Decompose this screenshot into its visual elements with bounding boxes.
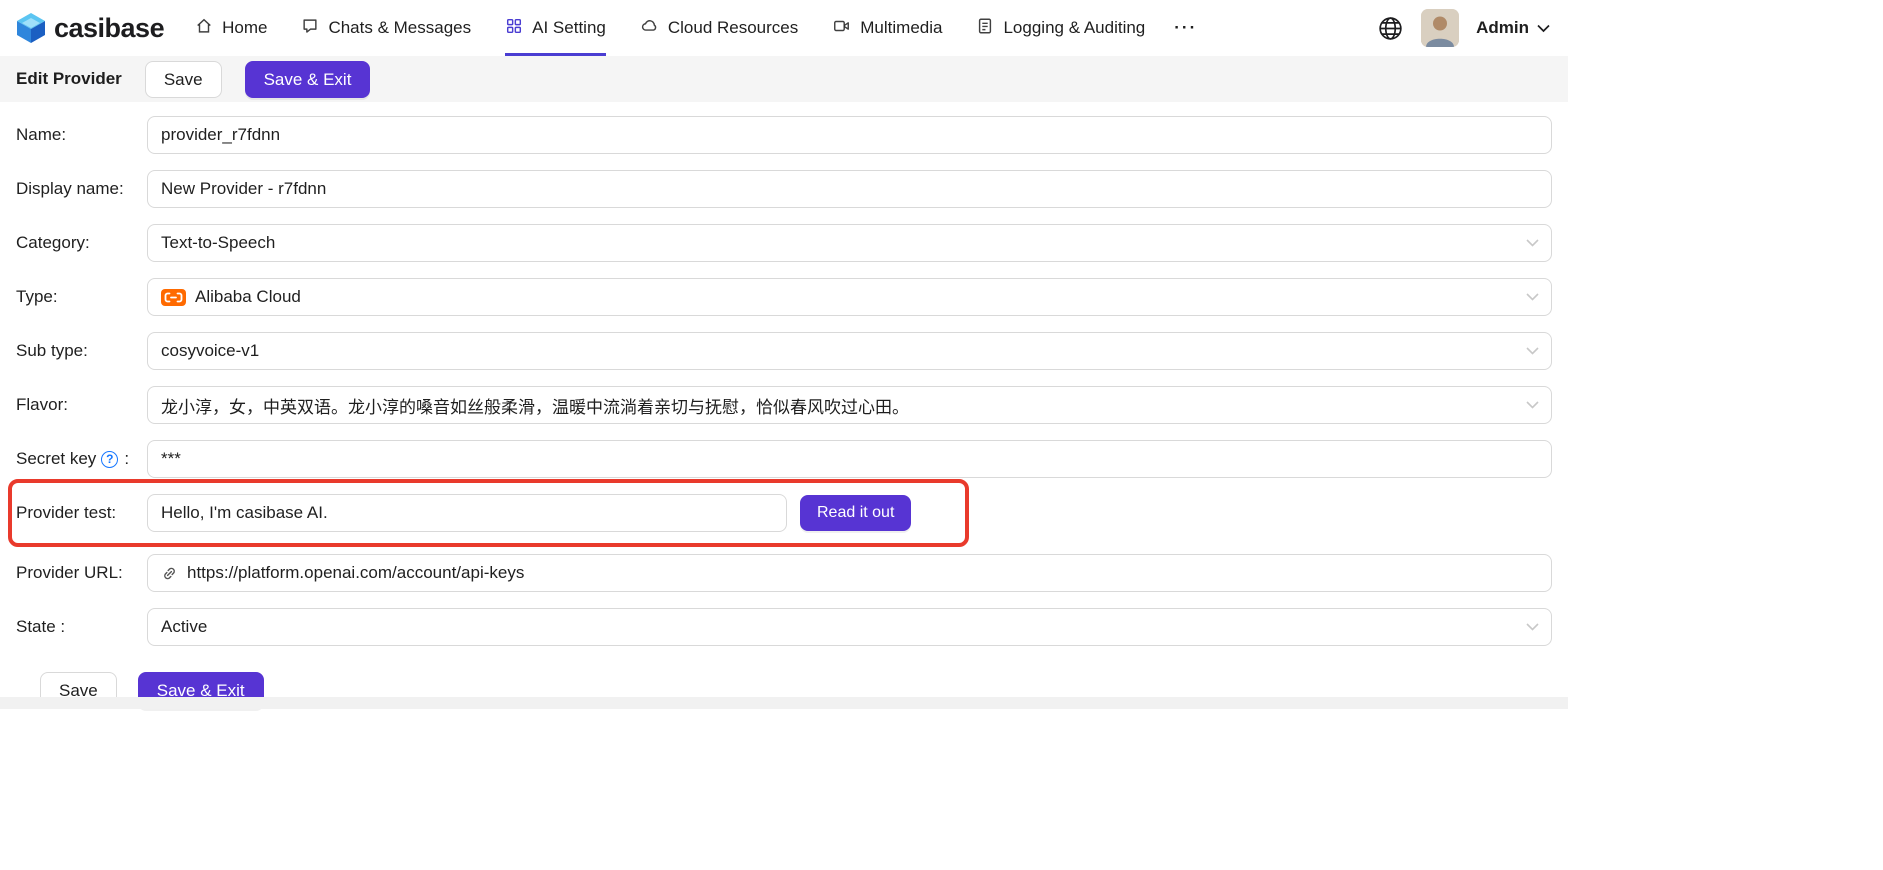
form-row-provider-url: Provider URL: https://platform.openai.co…	[16, 554, 1552, 592]
type-select[interactable]: Alibaba Cloud	[147, 278, 1552, 316]
state-select[interactable]: Active	[147, 608, 1552, 646]
brand-name: casibase	[54, 13, 164, 44]
nav-item-chats-messages[interactable]: Chats & Messages	[284, 0, 488, 56]
app-window: casibase Home Chats & Messages	[0, 0, 1568, 709]
name-input[interactable]	[147, 116, 1552, 154]
provider-test-input[interactable]	[147, 494, 787, 532]
provider-url-field[interactable]: https://platform.openai.com/account/api-…	[147, 554, 1552, 592]
save-button[interactable]: Save	[145, 61, 222, 98]
nav-label: Cloud Resources	[668, 18, 798, 38]
sub-type-label: Sub type:	[16, 341, 147, 361]
display-name-label: Display name:	[16, 179, 147, 199]
cloud-icon	[640, 17, 659, 40]
edit-provider-toolbar: Edit Provider Save Save & Exit	[0, 56, 1568, 102]
secret-key-label-text: Secret key	[16, 449, 96, 469]
flavor-selected-value: 龙小淳，女，中英双语。龙小淳的嗓音如丝般柔滑，温暖中流淌着亲切与抚慰，恰似春风吹…	[161, 393, 909, 418]
help-question-icon[interactable]: ?	[101, 451, 118, 468]
provider-url-link[interactable]: https://platform.openai.com/account/api-…	[187, 563, 524, 583]
form-row-provider-test: Provider test: Read it out	[16, 494, 1552, 532]
nav-label: Logging & Auditing	[1003, 18, 1145, 38]
audit-log-icon	[976, 17, 994, 40]
casibase-cube-icon	[14, 11, 48, 45]
form-row-name: Name:	[16, 116, 1552, 154]
form-row-display-name: Display name:	[16, 170, 1552, 208]
header-right-cluster: Admin	[1377, 9, 1550, 47]
sub-type-selected-value: cosyvoice-v1	[161, 341, 259, 361]
nav-item-ai-setting[interactable]: AI Setting	[488, 0, 623, 56]
home-icon	[195, 17, 213, 40]
provider-form: Name: Display name: Category: Text-to-Sp…	[0, 102, 1568, 646]
flavor-select[interactable]: 龙小淳，女，中英双语。龙小淳的嗓音如丝般柔滑，温暖中流淌着亲切与抚慰，恰似春风吹…	[147, 386, 1552, 424]
page-title: Edit Provider	[16, 69, 122, 89]
grid-icon	[505, 17, 523, 40]
nav-label: Home	[222, 18, 267, 38]
chevron-down-icon	[1537, 24, 1550, 33]
flavor-label: Flavor:	[16, 395, 147, 415]
nav-item-multimedia[interactable]: Multimedia	[815, 0, 959, 56]
display-name-input[interactable]	[147, 170, 1552, 208]
brand-logo[interactable]: casibase	[14, 11, 164, 45]
secret-key-label: Secret key ? :	[16, 449, 147, 469]
video-camera-icon	[832, 17, 851, 40]
language-globe-icon[interactable]	[1377, 15, 1404, 42]
chat-bubble-icon	[301, 17, 319, 40]
type-label: Type:	[16, 287, 147, 307]
state-label: State :	[16, 617, 147, 637]
ellipsis-icon: ···	[1174, 18, 1197, 38]
form-row-secret-key: Secret key ? :	[16, 440, 1552, 478]
provider-url-label: Provider URL:	[16, 563, 147, 583]
type-selected-value: Alibaba Cloud	[195, 287, 301, 307]
bottom-edge-strip	[0, 697, 1568, 709]
avatar[interactable]	[1421, 9, 1459, 47]
form-row-category: Category: Text-to-Speech	[16, 224, 1552, 262]
nav-label: Chats & Messages	[328, 18, 471, 38]
nav-item-home[interactable]: Home	[178, 0, 284, 56]
category-selected-value: Text-to-Speech	[161, 233, 275, 253]
form-row-state: State : Active	[16, 608, 1552, 646]
save-and-exit-button[interactable]: Save & Exit	[245, 61, 371, 98]
nav-label: Multimedia	[860, 18, 942, 38]
nav-label: AI Setting	[532, 18, 606, 38]
secret-key-input[interactable]	[147, 440, 1552, 478]
sub-type-select[interactable]: cosyvoice-v1	[147, 332, 1552, 370]
user-menu[interactable]: Admin	[1476, 18, 1550, 38]
form-row-type: Type: Alibaba Cloud	[16, 278, 1552, 316]
category-label: Category:	[16, 233, 147, 253]
secret-key-colon: :	[124, 449, 129, 469]
alibaba-cloud-icon	[161, 289, 186, 306]
provider-test-label: Provider test:	[16, 503, 147, 523]
name-label: Name:	[16, 125, 147, 145]
nav-item-logging-auditing[interactable]: Logging & Auditing	[959, 0, 1162, 56]
category-select[interactable]: Text-to-Speech	[147, 224, 1552, 262]
top-navbar: casibase Home Chats & Messages	[0, 0, 1568, 56]
form-row-sub-type: Sub type: cosyvoice-v1	[16, 332, 1552, 370]
state-selected-value: Active	[161, 617, 207, 637]
nav-item-cloud-resources[interactable]: Cloud Resources	[623, 0, 815, 56]
read-it-out-button[interactable]: Read it out	[800, 495, 911, 531]
user-name: Admin	[1476, 18, 1529, 38]
main-nav: Home Chats & Messages AI Setting	[178, 0, 1209, 56]
link-icon	[161, 565, 178, 582]
nav-overflow-ellipsis[interactable]: ···	[1162, 0, 1209, 56]
form-row-flavor: Flavor: 龙小淳，女，中英双语。龙小淳的嗓音如丝般柔滑，温暖中流淌着亲切与…	[16, 386, 1552, 424]
